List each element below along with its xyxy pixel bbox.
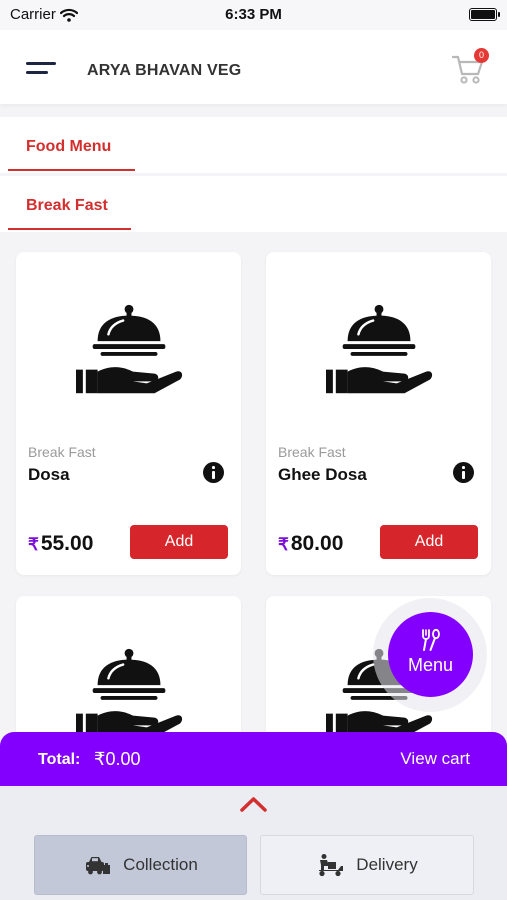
tab-indicator	[8, 228, 131, 230]
menu-item-card[interactable]: Break Fast Ghee Dosa ₹ 80.00 Add	[266, 252, 491, 575]
collection-label: Collection	[123, 855, 198, 874]
status-bar: Carrier 6:33 PM	[0, 0, 507, 30]
item-price: ₹ 80.00	[278, 532, 343, 556]
menu-item-card[interactable]: Break Fast Dosa ₹ 55.00 Add	[16, 252, 241, 575]
delivery-icon	[319, 854, 344, 877]
tab-indicator	[8, 169, 135, 171]
item-name: Ghee Dosa	[278, 465, 367, 484]
delivery-button[interactable]: Delivery	[260, 835, 474, 895]
total-value: ₹0.00	[94, 749, 141, 769]
cart-summary-bar: Total: ₹0.00 View cart	[0, 732, 507, 786]
food-cloche-icon	[76, 647, 184, 739]
status-time: 6:33 PM	[225, 6, 282, 23]
order-mode-panel: Collection Delivery	[0, 786, 507, 900]
rupee-icon: ₹	[278, 535, 289, 554]
menu-fab-button[interactable]: Menu	[388, 612, 473, 697]
total-label: Total:	[38, 751, 81, 768]
cart-count-badge: 0	[474, 48, 489, 63]
collection-icon	[86, 857, 111, 875]
restaurant-title: ARYA BHAVAN VEG	[87, 62, 242, 79]
add-to-cart-button[interactable]: Add	[380, 525, 478, 559]
add-to-cart-button[interactable]: Add	[130, 525, 228, 559]
item-name: Dosa	[28, 465, 70, 484]
price-value: 80.00	[290, 532, 344, 555]
info-icon[interactable]	[453, 462, 474, 483]
tab-break-fast[interactable]: Break Fast	[26, 197, 108, 215]
item-category: Break Fast	[278, 444, 346, 460]
app-header: ARYA BHAVAN VEG	[0, 30, 507, 104]
delivery-label: Delivery	[356, 855, 418, 874]
chevron-up-icon[interactable]	[240, 796, 267, 812]
rupee-icon: ₹	[28, 535, 39, 554]
collection-button[interactable]: Collection	[34, 835, 247, 895]
price-value: 55.00	[40, 532, 94, 555]
hamburger-menu-icon[interactable]	[26, 62, 56, 76]
tab-food-menu[interactable]: Food Menu	[26, 138, 111, 156]
food-cloche-icon	[76, 303, 184, 395]
category-tab-row: Break Fast	[0, 176, 507, 232]
food-menu-tab-row: Food Menu	[0, 117, 507, 173]
view-cart-link[interactable]: View cart	[400, 749, 470, 769]
menu-fab-label: Menu	[407, 655, 454, 675]
food-cloche-icon	[326, 303, 434, 395]
battery-icon	[469, 8, 500, 21]
item-price: ₹ 55.00	[28, 532, 93, 556]
fork-spoon-icon	[422, 628, 440, 651]
item-category: Break Fast	[28, 444, 96, 460]
info-icon[interactable]	[203, 462, 224, 483]
